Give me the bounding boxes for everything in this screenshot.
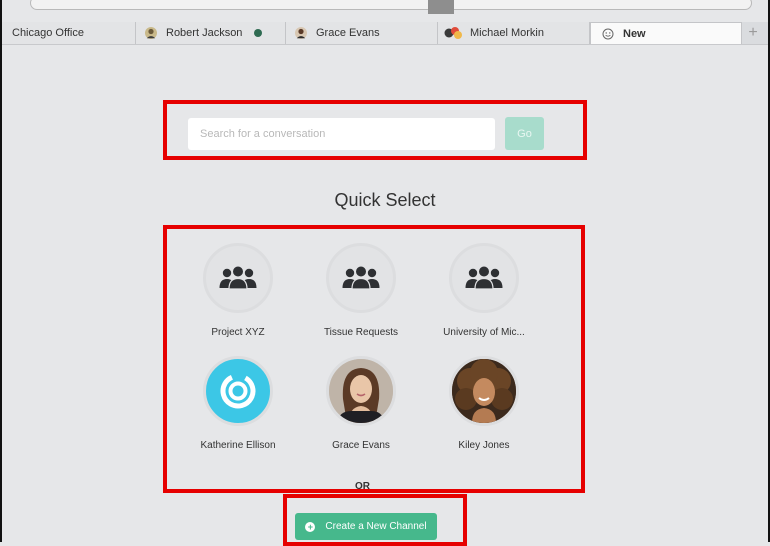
go-button-label: Go bbox=[517, 127, 532, 140]
quick-select-item-project-xyz[interactable]: Project XYZ bbox=[183, 243, 293, 338]
tab-grace-evans[interactable]: Grace Evans bbox=[286, 22, 438, 44]
quick-select-item-university[interactable]: University of Mic... bbox=[429, 243, 539, 338]
or-divider-text: OR bbox=[355, 481, 370, 492]
ring-logo-avatar bbox=[203, 356, 273, 426]
group-avatar-icon bbox=[444, 26, 462, 40]
window-left-border bbox=[0, 0, 2, 542]
group-icon bbox=[203, 243, 273, 313]
photo-avatar bbox=[326, 356, 396, 426]
user-avatar-icon bbox=[144, 26, 158, 40]
unread-badge bbox=[254, 29, 263, 37]
tab-label: Chicago Office bbox=[12, 27, 84, 39]
group-icon bbox=[449, 243, 519, 313]
tab-michael-morkin[interactable]: Michael Morkin bbox=[438, 22, 590, 44]
quick-select-label: Kiley Jones bbox=[458, 440, 510, 451]
group-icon bbox=[326, 243, 396, 313]
window-top-bar bbox=[0, 0, 770, 22]
create-new-channel-button[interactable]: + Create a New Channel bbox=[295, 513, 437, 540]
tab-label: Robert Jackson bbox=[166, 27, 243, 39]
tab-robert-jackson[interactable]: Robert Jackson bbox=[136, 22, 286, 44]
user-avatar-icon bbox=[294, 26, 308, 40]
quick-select-label: Tissue Requests bbox=[323, 327, 399, 338]
go-button[interactable]: Go bbox=[505, 117, 544, 150]
tab-chicago-office[interactable]: Chicago Office bbox=[2, 22, 136, 44]
quick-select-label: Katherine Ellison bbox=[200, 440, 276, 451]
smiley-icon bbox=[601, 27, 615, 41]
scroll-track[interactable] bbox=[30, 0, 752, 10]
tab-label: Grace Evans bbox=[316, 27, 380, 39]
plus-circle-icon: + bbox=[305, 521, 316, 532]
quick-select-label: Grace Evans bbox=[332, 440, 390, 451]
quick-select-label: Project XYZ bbox=[211, 327, 265, 338]
quick-select-item-tissue-requests[interactable]: Tissue Requests bbox=[306, 243, 416, 338]
tab-new[interactable]: New bbox=[590, 22, 742, 44]
quick-select-item-grace-evans[interactable]: Grace Evans bbox=[306, 356, 416, 451]
add-tab-icon[interactable]: + bbox=[742, 22, 764, 44]
tab-label: Michael Morkin bbox=[470, 27, 544, 39]
quick-select-item-kiley-jones[interactable]: Kiley Jones bbox=[429, 356, 539, 451]
conversation-tabs: Chicago Office Robert Jackson Grace Evan… bbox=[2, 22, 768, 45]
tab-label: New bbox=[623, 27, 646, 40]
quick-select-label: University of Mic... bbox=[443, 327, 525, 338]
create-new-channel-label: Create a New Channel bbox=[325, 521, 427, 532]
quick-select-title: Quick Select bbox=[334, 190, 436, 210]
search-input[interactable] bbox=[188, 118, 495, 150]
photo-avatar bbox=[449, 356, 519, 426]
quick-select-item-katherine-ellison[interactable]: Katherine Ellison bbox=[183, 356, 293, 451]
scroll-thumb[interactable] bbox=[428, 0, 454, 14]
